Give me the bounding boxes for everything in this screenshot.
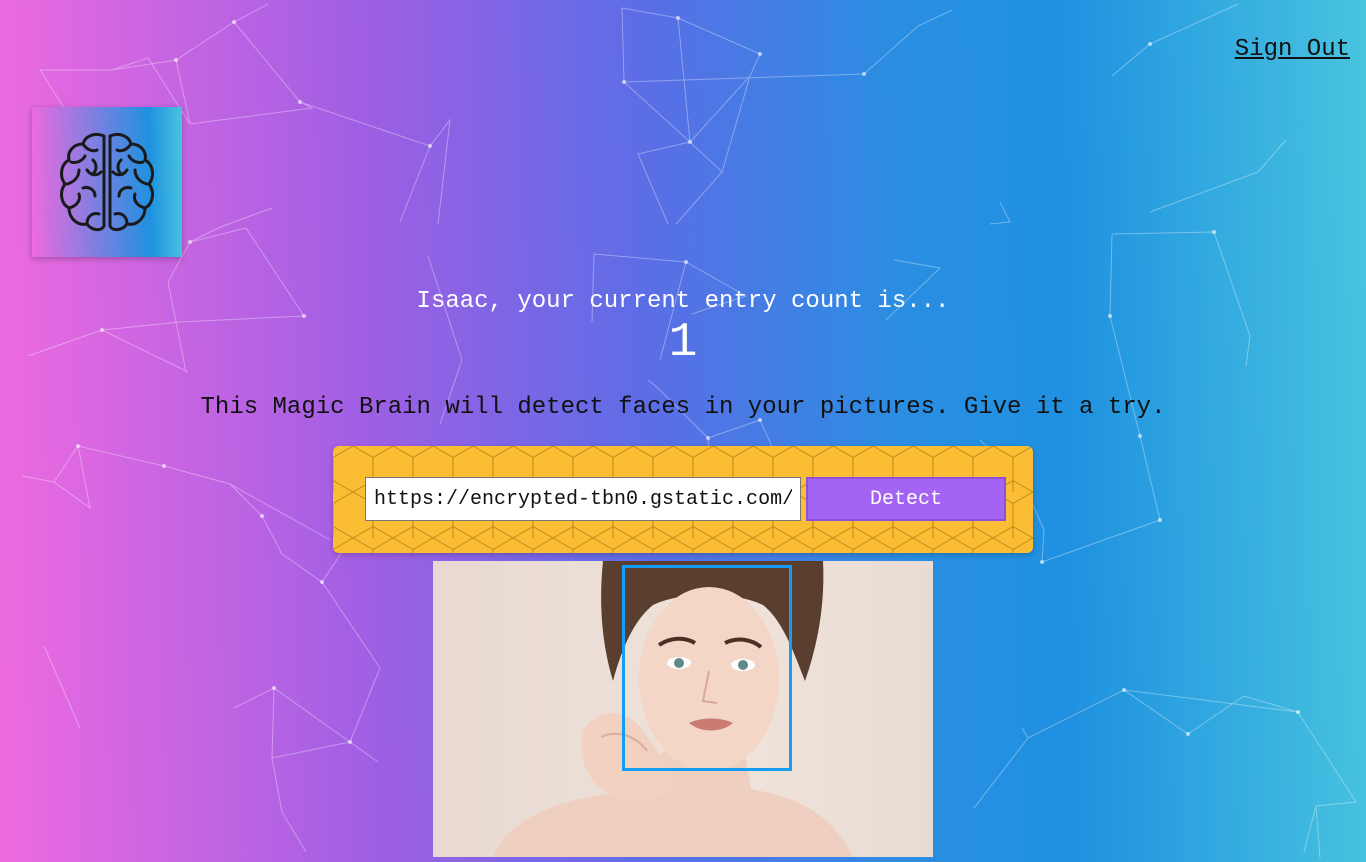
entry-count-message: Isaac, your current entry count is...	[416, 288, 950, 315]
entry-count-value: 1	[668, 316, 698, 370]
image-url-input[interactable]	[365, 477, 801, 521]
sign-out-link[interactable]: Sign Out	[1235, 36, 1350, 63]
image-link-form: Detect	[333, 446, 1033, 553]
brain-icon	[60, 132, 154, 232]
face-bounding-box	[622, 565, 792, 771]
detect-button[interactable]: Detect	[806, 477, 1006, 521]
intro-text: This Magic Brain will detect faces in yo…	[200, 394, 1166, 421]
portrait-photo	[433, 561, 933, 857]
logo-card	[32, 107, 182, 257]
